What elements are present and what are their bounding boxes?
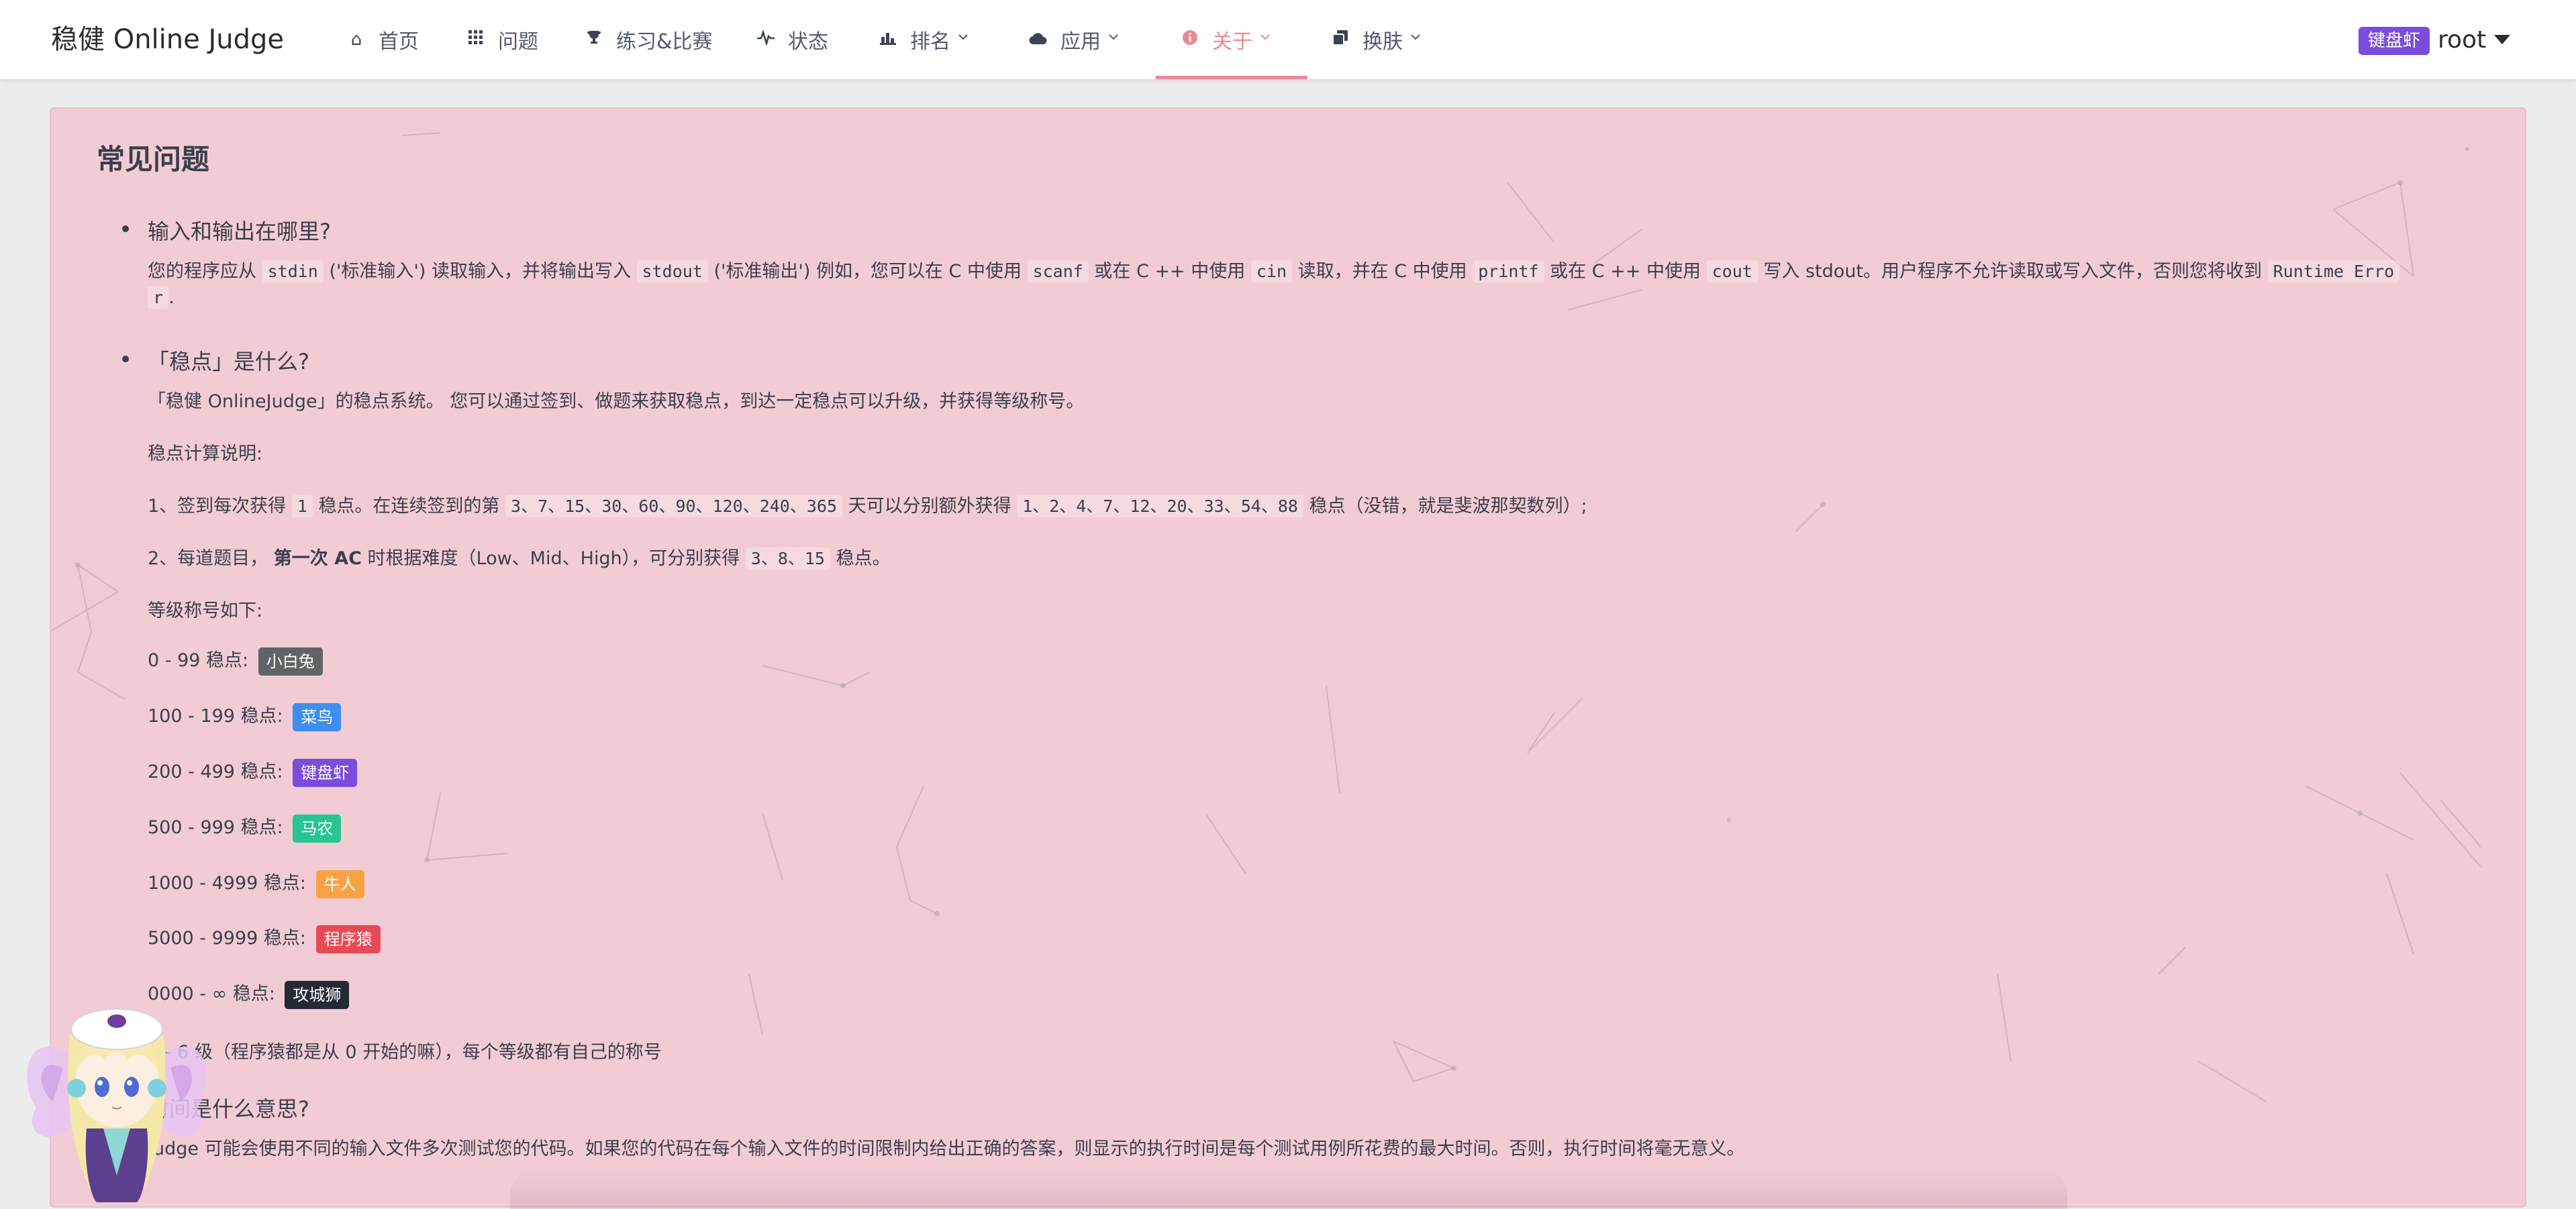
copy-icon <box>1330 30 1350 50</box>
faq-answer-2-intro: 「稳健 OnlineJudge」的稳点系统。 您可以通过签到、做题来获取稳点，到… <box>148 391 1085 412</box>
chevron-down-icon <box>1259 31 1271 43</box>
level-badge-rookie: 菜鸟 <box>293 702 342 731</box>
bottom-shadow <box>510 1169 2067 1209</box>
nav-about[interactable]: 关于 <box>1180 0 1271 79</box>
nav-problems[interactable]: 问题 <box>466 0 538 79</box>
level-row: 0 - 99 稳点: 小白兔 <box>148 645 323 676</box>
page-title: 常见问题 <box>97 143 210 176</box>
top-navbar: 稳健 Online Judge ⌂ 首页 问题 练习&比赛 状态 排名 应用 关… <box>0 0 2576 79</box>
code-cout: cout <box>1706 260 1758 282</box>
faq-answer-1-line-2: r. <box>148 286 175 309</box>
live2d-mascot[interactable] <box>16 974 217 1202</box>
nav-problems-label: 问题 <box>498 30 538 54</box>
chevron-down-icon <box>957 31 969 43</box>
code-stdin: stdin <box>262 260 324 282</box>
code-stdout: stdout <box>636 260 708 282</box>
home-icon: ⌂ <box>350 30 362 50</box>
level-badge-rabbit: 小白兔 <box>258 647 323 676</box>
points-rule-2: 2、每道题目， 第一次 AC 时根据难度（Low、Mid、High），可分别获得… <box>148 547 891 570</box>
code-runtime-error: Runtime Erro <box>2267 260 2400 282</box>
nav-apps[interactable]: 应用 <box>1028 0 1120 79</box>
nav-rank[interactable]: 排名 <box>878 0 969 79</box>
nav-skin-label: 换肤 <box>1363 30 1403 54</box>
chevron-down-icon <box>1107 31 1120 43</box>
faq-answer-1-line-1: 您的程序应从 stdin ('标准输入') 读取输入，并将输出写入 stdout… <box>148 256 2400 282</box>
code-scanf: scanf <box>1027 260 1089 282</box>
faq-card: 常见问题 输入和输出在哪里? 您的程序应从 stdin ('标准输入') 读取输… <box>50 107 2526 1208</box>
pulse-icon <box>756 29 776 50</box>
level-row: 500 - 999 稳点: 马农 <box>148 812 342 843</box>
cloud-icon <box>1028 30 1048 50</box>
faq-question-1: 输入和输出在哪里? <box>122 215 331 246</box>
faq-answer-3: Judge 可能会使用不同的输入文件多次测试您的代码。如果您的代码在每个输入文件… <box>148 1139 1745 1159</box>
anime-girl-icon <box>27 1008 207 1202</box>
nav-home[interactable]: ⌂ 首页 <box>346 0 419 79</box>
code-cin: cin <box>1250 260 1293 282</box>
level-badge-farmer: 马农 <box>293 814 342 843</box>
nav-status[interactable]: 状态 <box>756 0 828 79</box>
code-printf: printf <box>1473 260 1544 282</box>
level-badge-lion: 攻城狮 <box>285 980 350 1009</box>
level-row: 1000 - 4999 稳点: 牛人 <box>148 868 364 898</box>
info-icon <box>1180 30 1200 50</box>
caret-down-icon <box>2494 35 2511 44</box>
points-calc-title: 稳点计算说明: <box>148 443 263 464</box>
nav-status-label: 状态 <box>788 30 828 54</box>
level-badge-keyboard: 键盘虾 <box>293 758 358 787</box>
brand-logo[interactable]: 稳健 Online Judge <box>51 0 284 79</box>
nav-about-label: 关于 <box>1212 30 1252 54</box>
grid-icon <box>466 30 486 50</box>
chevron-down-icon <box>1409 31 1422 43</box>
nav-contests-label: 练习&比赛 <box>616 30 713 54</box>
level-row: 5000 - 9999 稳点: 程序猿 <box>148 923 381 953</box>
level-badge-monkey: 程序猿 <box>315 925 381 953</box>
bar-chart-icon <box>878 30 898 50</box>
nav-rank-label: 排名 <box>910 30 950 54</box>
levels-note: 0 - 6 级（程序猿都是从 0 开始的嘛），每个等级都有自己的称号 <box>148 1042 662 1063</box>
nav-skin[interactable]: 换肤 <box>1330 0 1422 79</box>
level-row: 200 - 499 稳点: 键盘虾 <box>148 757 358 787</box>
user-level-badge: 键盘虾 <box>2359 27 2430 55</box>
trophy-icon <box>584 30 604 50</box>
level-row: 100 - 199 稳点: 菜鸟 <box>148 701 342 731</box>
nav-contests[interactable]: 练习&比赛 <box>584 0 712 79</box>
points-rule-1: 1、签到每次获得 1 稳点。在连续签到的第 3、7、15、30、60、90、12… <box>148 495 1587 517</box>
levels-title: 等级称号如下: <box>148 600 263 621</box>
active-tab-indicator <box>1156 76 1307 79</box>
level-badge-expert: 牛人 <box>315 870 364 898</box>
username: root <box>2438 25 2487 54</box>
nav-home-label: 首页 <box>379 30 419 54</box>
nav-apps-label: 应用 <box>1060 30 1101 54</box>
user-menu[interactable]: root <box>2438 0 2511 79</box>
faq-question-2: 「稳点」是什么? <box>122 345 309 376</box>
